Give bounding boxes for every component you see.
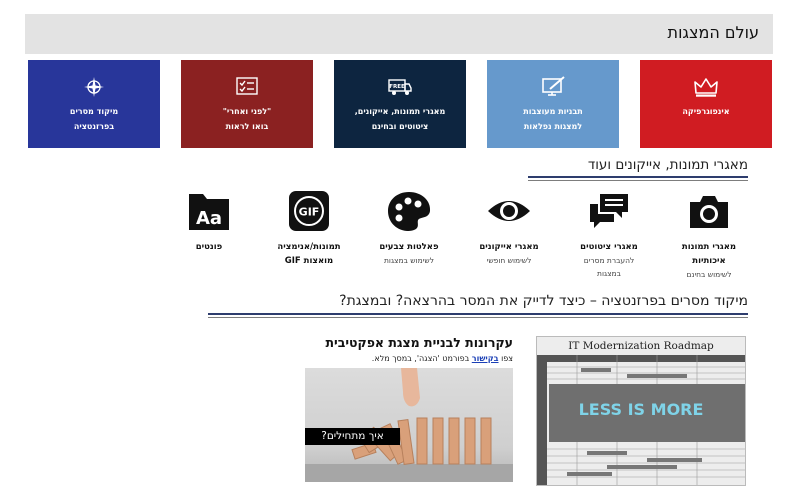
- article-suffix: בפורמט 'הצגה', במסך מלא.: [371, 354, 470, 363]
- tile-label: מאגרי תמונות, אייקונים, ציטוטים ובחינם: [354, 107, 446, 131]
- camera-icon: [690, 196, 728, 228]
- category-quotes[interactable]: מאגרי ציטוטים להעברת מסרים במצגות: [563, 190, 655, 280]
- svg-text:GIF: GIF: [299, 206, 320, 219]
- tile-infographics[interactable]: אינפוגרפיקה: [640, 60, 772, 148]
- tile-label: "לפני ואחרי" בואו לראות: [222, 107, 272, 131]
- free-truck-icon: FREE: [388, 79, 412, 95]
- tile-free-resources[interactable]: FREE מאגרי תמונות, אייקונים, ציטוטים ובח…: [334, 60, 466, 148]
- tile-message-focus[interactable]: מיקוד מסרים בפרזנטציה: [28, 60, 160, 148]
- section-divider: [208, 317, 748, 318]
- checklist-icon: [236, 77, 258, 95]
- eye-icon: [488, 201, 530, 221]
- gif-icon: GIF: [289, 191, 329, 231]
- category-title: תמונות/אנימציה מואצות GIF: [277, 242, 341, 266]
- domino-illustration: [305, 368, 513, 482]
- svg-text:FREE: FREE: [389, 84, 405, 90]
- tile-label: אינפוגרפיקה: [682, 107, 730, 116]
- category-stock-photos[interactable]: מאגרי תמונות איכותיות לשימוש בחינם: [663, 190, 755, 281]
- category-title: מאגרי ציטוטים: [580, 242, 638, 252]
- category-icons[interactable]: מאגרי אייקונים לשימוש חופשי: [463, 190, 555, 267]
- category-title: מאגרי אייקונים: [479, 242, 539, 252]
- article-prefix: צפו: [501, 354, 513, 363]
- section-divider: [208, 313, 748, 315]
- article-instructions: צפו בקישור בפורמט 'הצגה', במסך מלא.: [372, 354, 513, 363]
- tile-label: מיקוד מסרים בפרזנטציה: [69, 107, 119, 131]
- section-title-message-focus: מיקוד מסרים בפרזנטציה – כיצד לדייק את המ…: [339, 293, 748, 309]
- roadmap-image[interactable]: IT Modernization Roadmap LESS IS MORE: [536, 336, 746, 486]
- category-title: פאלטות צבעים: [379, 242, 439, 252]
- tile-before-after[interactable]: "לפני ואחרי" בואו לראות: [181, 60, 313, 148]
- category-fonts[interactable]: Aa פונטים: [163, 190, 255, 254]
- section-divider: [528, 180, 748, 181]
- category-title: מאגרי תמונות איכותיות: [681, 242, 737, 266]
- category-subtitle: להעברת מסרים במצגות: [583, 256, 635, 278]
- category-subtitle: לשימוש בחינם: [686, 270, 732, 279]
- roadmap-overlay-text: LESS IS MORE: [578, 400, 704, 419]
- category-color-palettes[interactable]: פאלטות צבעים לשימוש במצגות: [363, 190, 455, 267]
- category-title: פונטים: [195, 242, 223, 252]
- category-gif[interactable]: GIF תמונות/אנימציה מואצות GIF: [263, 190, 355, 268]
- category-subtitle: לשימוש חופשי: [486, 256, 532, 265]
- edit-screen-icon: [542, 76, 565, 96]
- article-title: עקרונות לבניית מצגת אפקטיבית: [325, 335, 513, 350]
- quote-bubbles-icon: [590, 194, 628, 228]
- svg-text:Aa: Aa: [196, 208, 222, 229]
- font-folder-icon: Aa: [189, 194, 229, 230]
- tile-templates[interactable]: תבניות מעוצבות למצגות נפלאות: [487, 60, 619, 148]
- image-caption: איך מתחילים?: [305, 428, 400, 445]
- domino-image[interactable]: איך מתחילים?: [305, 368, 513, 482]
- crown-icon: [694, 78, 718, 97]
- article-link[interactable]: בקישור: [472, 354, 499, 363]
- palette-icon: [388, 192, 431, 231]
- tile-label: תבניות מעוצבות למצגות נפלאות: [523, 107, 583, 131]
- section-divider: [528, 176, 748, 178]
- category-subtitle: לשימוש במצגות: [383, 256, 435, 265]
- compass-icon: [84, 77, 104, 97]
- page-title: עולם המצגות: [667, 23, 759, 42]
- section-title-resources: מאגרי תמונות, אייקונים ועוד: [587, 157, 748, 173]
- header-bar: עולם המצגות: [25, 14, 773, 54]
